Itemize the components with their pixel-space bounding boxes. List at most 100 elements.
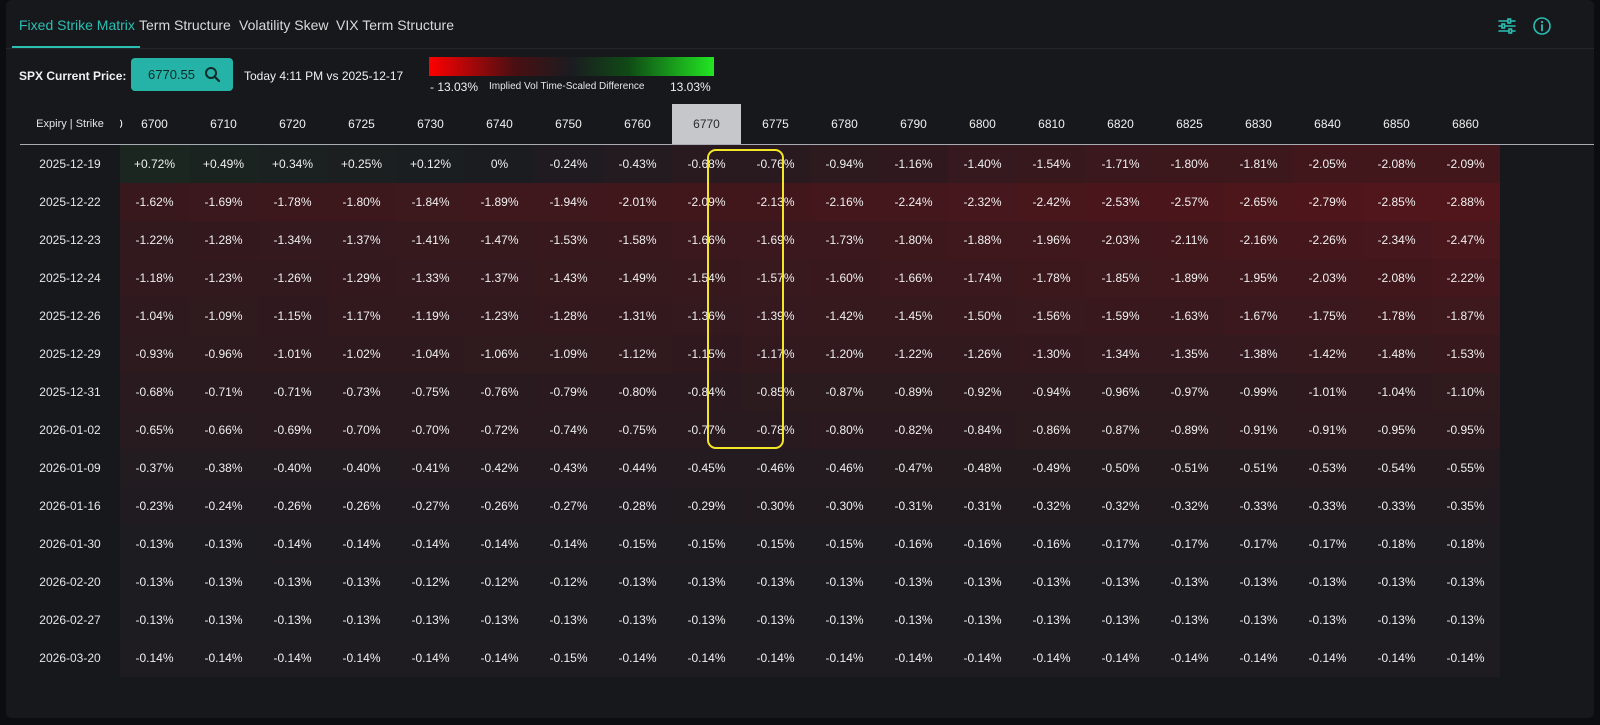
matrix-cell[interactable]: -1.66% [672,221,741,259]
matrix-cell[interactable]: -0.14% [1431,639,1500,677]
matrix-cell[interactable]: +0.72% [120,145,189,183]
strike-header-6860[interactable]: 6860 [1431,104,1500,144]
matrix-cell[interactable]: +0.34% [258,145,327,183]
strike-header-6775[interactable]: 6775 [741,104,810,144]
matrix-cell[interactable]: -0.13% [603,563,672,601]
matrix-cell[interactable]: -0.51% [1224,449,1293,487]
strike-header-6820[interactable]: 6820 [1086,104,1155,144]
matrix-cell[interactable]: -0.13% [1293,563,1362,601]
matrix-cell[interactable]: -0.13% [534,601,603,639]
matrix-cell[interactable]: -1.58% [603,221,672,259]
matrix-cell[interactable]: -0.77% [672,411,741,449]
matrix-cell[interactable]: -1.36% [672,297,741,335]
matrix-cell[interactable]: -0.14% [120,639,189,677]
matrix-cell[interactable]: -1.06% [465,335,534,373]
matrix-cell[interactable]: -0.14% [396,639,465,677]
matrix-cell[interactable]: -1.37% [465,259,534,297]
matrix-cell[interactable]: -0.53% [1293,449,1362,487]
matrix-cell[interactable]: -1.16% [879,145,948,183]
matrix-cell[interactable]: -0.14% [465,639,534,677]
matrix-cell[interactable]: -0.26% [327,487,396,525]
matrix-cell[interactable]: -1.84% [396,183,465,221]
matrix-cell[interactable]: -0.13% [120,601,189,639]
matrix-cell[interactable]: -0.38% [189,449,258,487]
matrix-cell[interactable]: -1.67% [1224,297,1293,335]
matrix-cell[interactable]: -0.44% [603,449,672,487]
matrix-cell[interactable]: -0.12% [465,563,534,601]
matrix-cell[interactable]: -1.81% [1224,145,1293,183]
matrix-cell[interactable]: -0.13% [603,601,672,639]
matrix-cell[interactable]: -0.80% [603,373,672,411]
matrix-cell[interactable]: -0.14% [258,639,327,677]
matrix-cell[interactable]: -1.62% [120,183,189,221]
matrix-cell[interactable]: -0.43% [603,145,672,183]
matrix-cell[interactable]: -1.19% [396,297,465,335]
matrix-cell[interactable]: -2.05% [1293,145,1362,183]
matrix-cell[interactable]: -0.13% [672,601,741,639]
matrix-cell[interactable]: -1.09% [189,297,258,335]
matrix-cell[interactable]: -0.27% [396,487,465,525]
matrix-cell[interactable]: +0.12% [396,145,465,183]
matrix-cell[interactable]: -1.01% [258,335,327,373]
matrix-cell[interactable]: -0.17% [1155,525,1224,563]
matrix-cell[interactable]: -0.13% [396,601,465,639]
matrix-cell[interactable]: -0.14% [1362,639,1431,677]
matrix-cell[interactable]: -2.16% [1224,221,1293,259]
matrix-cell[interactable]: -0.43% [534,449,603,487]
matrix-cell[interactable]: -0.71% [189,373,258,411]
strike-header-6720[interactable]: 6720 [258,104,327,144]
matrix-cell[interactable]: -1.89% [1155,259,1224,297]
strike-header-6790[interactable]: 6790 [879,104,948,144]
matrix-cell[interactable]: -0.15% [672,525,741,563]
matrix-cell[interactable]: -0.32% [1086,487,1155,525]
matrix-cell[interactable]: -0.89% [1155,411,1224,449]
matrix-cell[interactable]: -2.08% [1362,145,1431,183]
matrix-cell[interactable]: -2.03% [1086,221,1155,259]
sliders-icon[interactable] [1497,16,1517,36]
strike-header-6840[interactable]: 6840 [1293,104,1362,144]
matrix-cell[interactable]: -0.32% [1155,487,1224,525]
matrix-cell[interactable]: -0.13% [189,563,258,601]
matrix-cell[interactable]: -0.92% [948,373,1017,411]
matrix-cell[interactable]: -0.16% [1017,525,1086,563]
matrix-cell[interactable]: -0.29% [672,487,741,525]
matrix-cell[interactable]: -0.12% [396,563,465,601]
matrix-cell[interactable]: -0.41% [396,449,465,487]
matrix-cell[interactable]: -0.12% [534,563,603,601]
matrix-cell[interactable]: -2.65% [1224,183,1293,221]
matrix-cell[interactable]: -0.14% [189,639,258,677]
matrix-cell[interactable]: -0.13% [1431,563,1500,601]
strike-header-6725[interactable]: 6725 [327,104,396,144]
matrix-cell[interactable]: -0.13% [1293,601,1362,639]
matrix-cell[interactable]: -2.34% [1362,221,1431,259]
tab-fixed-strike-matrix[interactable]: Fixed Strike Matrix [19,17,135,33]
matrix-cell[interactable]: -0.46% [810,449,879,487]
matrix-cell[interactable]: -0.33% [1224,487,1293,525]
matrix-cell[interactable]: -0.68% [120,373,189,411]
matrix-cell[interactable]: -1.12% [603,335,672,373]
matrix-cell[interactable]: -1.15% [258,297,327,335]
matrix-cell[interactable]: -0.91% [1293,411,1362,449]
matrix-cell[interactable]: -0.14% [465,525,534,563]
matrix-cell[interactable]: -1.57% [741,259,810,297]
matrix-cell[interactable]: -1.59% [1086,297,1155,335]
matrix-cell[interactable]: -1.17% [327,297,396,335]
matrix-cell[interactable]: -1.88% [948,221,1017,259]
matrix-cell[interactable]: -1.38% [1224,335,1293,373]
matrix-cell[interactable]: -1.35% [1155,335,1224,373]
matrix-cell[interactable]: -0.18% [1362,525,1431,563]
matrix-cell[interactable]: -0.54% [1362,449,1431,487]
matrix-cell[interactable]: -0.28% [603,487,672,525]
strike-header-6750[interactable]: 6750 [534,104,603,144]
matrix-cell[interactable]: -1.74% [948,259,1017,297]
matrix-cell[interactable]: -1.73% [810,221,879,259]
matrix-cell[interactable]: -1.10% [1431,373,1500,411]
strike-header-6710[interactable]: 6710 [189,104,258,144]
matrix-cell[interactable]: -0.13% [879,601,948,639]
matrix-cell[interactable]: -2.11% [1155,221,1224,259]
matrix-cell[interactable]: -0.15% [810,525,879,563]
matrix-cell[interactable]: -0.26% [258,487,327,525]
matrix-cell[interactable]: -1.47% [465,221,534,259]
matrix-cell[interactable]: -1.34% [1086,335,1155,373]
matrix-cell[interactable]: -0.80% [810,411,879,449]
